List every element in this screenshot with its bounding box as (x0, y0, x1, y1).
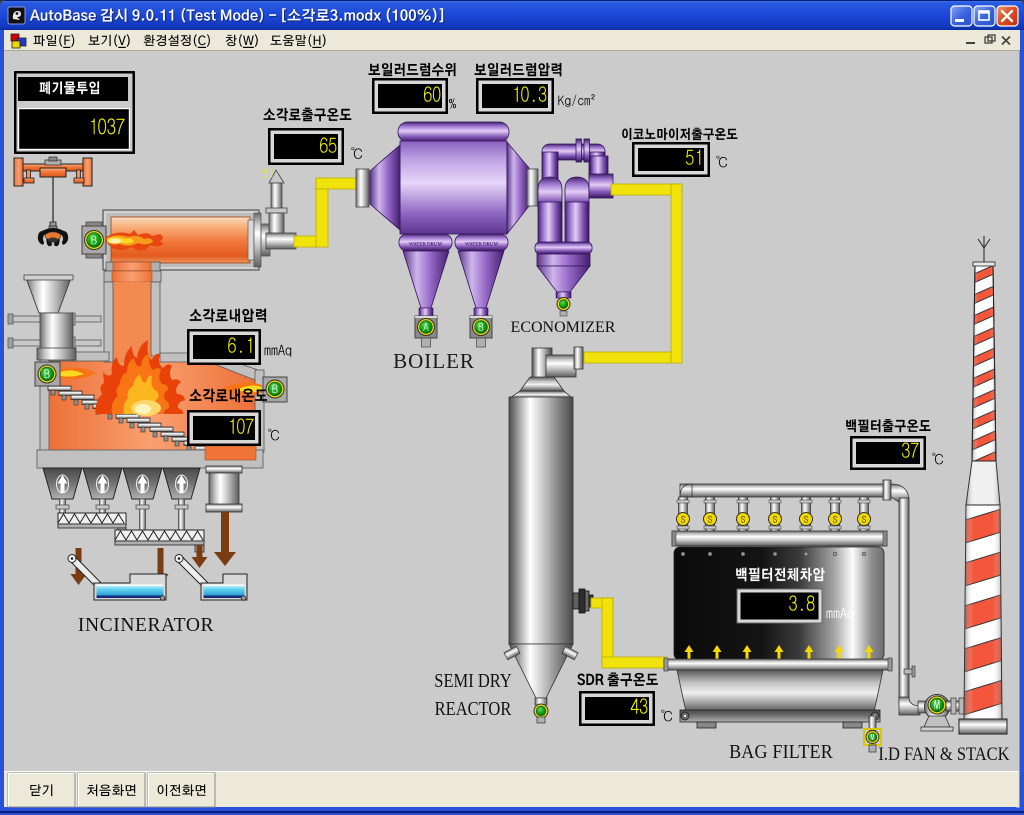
svg-text:BAG FILTER: BAG FILTER (729, 741, 833, 763)
svg-text:WATER DRUM: WATER DRUM (409, 243, 442, 248)
svg-text:SEMI DRY: SEMI DRY (434, 670, 511, 692)
svg-text:INCINERATOR: INCINERATOR (78, 615, 214, 636)
svg-text:BOILER: BOILER (393, 349, 475, 373)
svg-text:WATER DRUM: WATER DRUM (465, 243, 498, 248)
svg-text:I.D FAN & STACK: I.D FAN & STACK (878, 743, 1010, 764)
svg-text:REACTOR: REACTOR (435, 698, 512, 720)
svg-text:ECONOMIZER: ECONOMIZER (511, 319, 616, 336)
